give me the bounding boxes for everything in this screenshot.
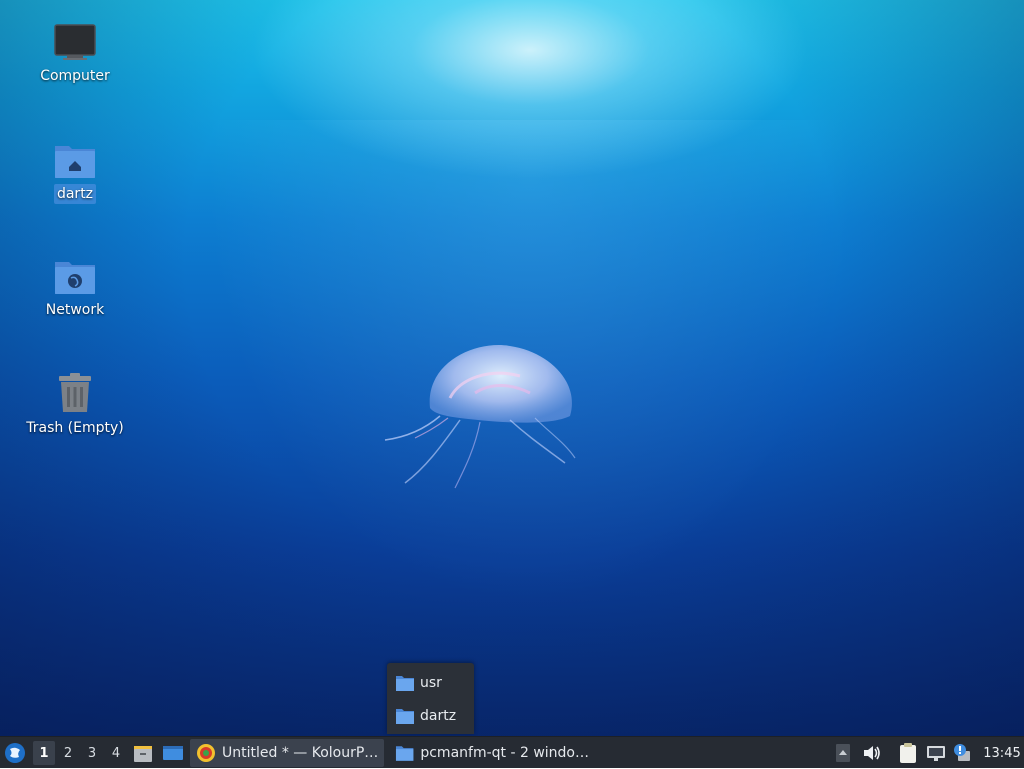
network-folder-icon bbox=[55, 262, 95, 294]
desktop-icon-network[interactable]: Network bbox=[15, 256, 135, 320]
workspace-1[interactable]: 1 bbox=[33, 741, 55, 765]
quicklaunch-show-desktop[interactable] bbox=[162, 737, 184, 769]
task-kolourpaint[interactable]: Untitled * — KolourP… bbox=[190, 739, 384, 767]
main-menu-button[interactable] bbox=[4, 737, 30, 769]
jellyfish-image bbox=[384, 345, 576, 489]
update-notifier-button[interactable] bbox=[952, 737, 974, 769]
desktop-icon-home[interactable]: dartz bbox=[15, 140, 135, 204]
task-pcmanfm[interactable]: pcmanfm-qt - 2 windo… bbox=[389, 739, 589, 767]
desktop-icon-label: dartz bbox=[53, 184, 97, 204]
trash-icon bbox=[59, 373, 91, 412]
popup-item-label: dartz bbox=[420, 708, 457, 724]
lubuntu-menu-icon bbox=[5, 743, 25, 763]
popup-item-label: usr bbox=[420, 675, 442, 691]
desktop-icon-label: Network bbox=[45, 302, 105, 318]
window-group-popup: usr dartz bbox=[387, 663, 474, 734]
workspace-4[interactable]: 4 bbox=[105, 741, 127, 765]
show-desktop-icon bbox=[163, 746, 183, 760]
desktop-icon-label: Trash (Empty) bbox=[26, 420, 124, 436]
taskbar: 1 2 3 4 Untitled * — KolourP… pcmanfm-qt… bbox=[0, 736, 1024, 768]
workspace-3[interactable]: 3 bbox=[81, 741, 103, 765]
desktop-icon-trash[interactable]: Trash (Empty) bbox=[15, 372, 135, 438]
clipboard-icon bbox=[900, 743, 916, 763]
desktop-wallpaper: Computer dartz Network Trash (Empty) bbox=[0, 0, 1024, 736]
file-manager-icon bbox=[134, 746, 152, 762]
desktop-icon-label: Computer bbox=[40, 68, 110, 84]
task-label: Untitled * — KolourP… bbox=[222, 745, 379, 761]
desktop-icon-computer[interactable]: Computer bbox=[15, 22, 135, 86]
home-folder-icon bbox=[55, 146, 95, 178]
network-icon bbox=[927, 746, 945, 761]
network-button[interactable] bbox=[926, 737, 948, 769]
kolourpaint-icon bbox=[197, 744, 215, 762]
popup-item-usr[interactable]: usr bbox=[395, 670, 442, 696]
popup-item-dartz[interactable]: dartz bbox=[395, 703, 456, 729]
folder-icon bbox=[395, 746, 414, 761]
workspace-2[interactable]: 2 bbox=[57, 741, 79, 765]
tray-expand-button[interactable] bbox=[835, 737, 853, 769]
computer-icon bbox=[54, 24, 96, 60]
clipboard-button[interactable] bbox=[899, 737, 921, 769]
folder-icon bbox=[396, 709, 414, 724]
volume-icon bbox=[864, 746, 880, 760]
tray-expand-icon bbox=[836, 744, 850, 762]
quicklaunch-file-manager[interactable] bbox=[133, 737, 155, 769]
folder-icon bbox=[396, 676, 414, 691]
clock[interactable]: 13:45 bbox=[980, 737, 1024, 769]
volume-button[interactable] bbox=[862, 737, 884, 769]
task-label: pcmanfm-qt - 2 windo… bbox=[420, 745, 589, 761]
update-notifier-icon bbox=[954, 744, 970, 761]
